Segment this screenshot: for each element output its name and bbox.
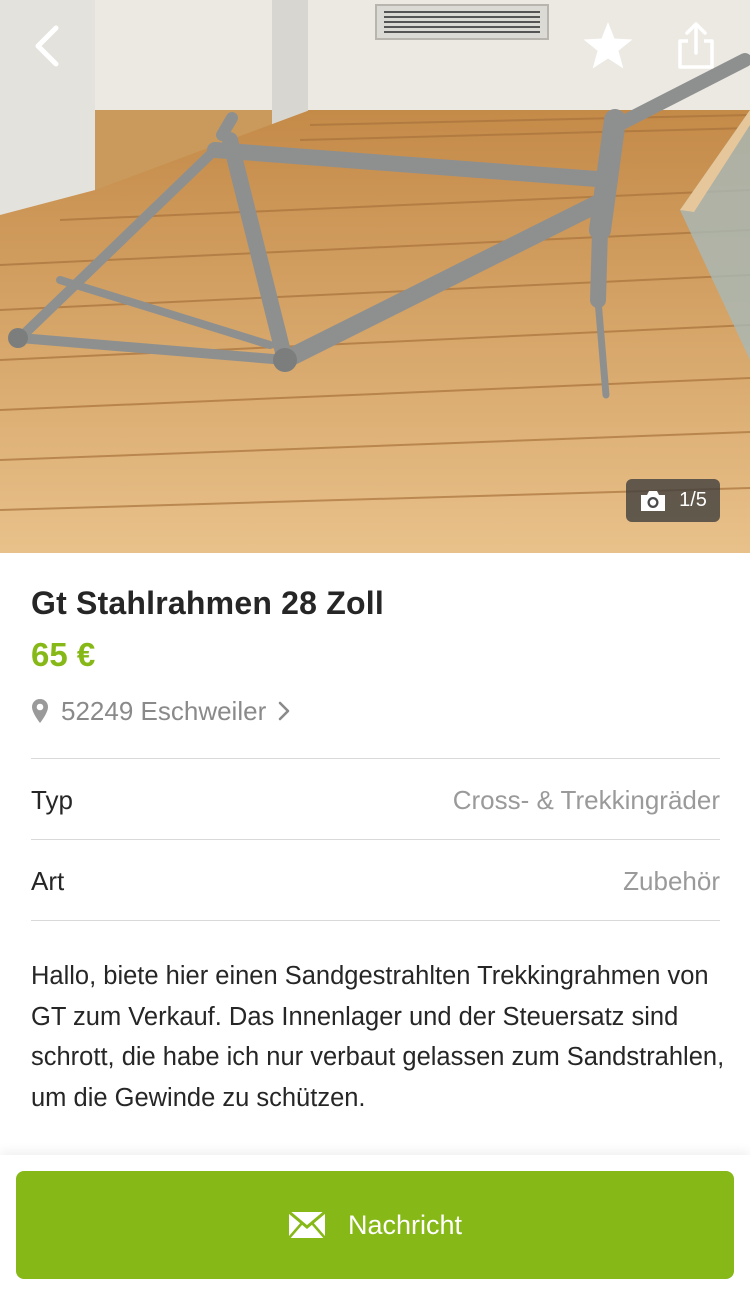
star-icon xyxy=(583,22,633,69)
attribute-value: Zubehör xyxy=(623,865,720,896)
photo-counter-text: 1/5 xyxy=(679,489,707,511)
camera-icon xyxy=(641,490,666,511)
chevron-right-icon xyxy=(278,701,290,721)
chevron-left-icon xyxy=(35,25,59,67)
message-button[interactable]: Nachricht xyxy=(16,1171,734,1279)
divider xyxy=(31,920,720,921)
map-pin-icon xyxy=(32,699,48,723)
photo-counter[interactable]: 1/5 xyxy=(626,479,720,522)
listing-price: 65 € xyxy=(31,636,96,673)
bottom-action-bar: Nachricht xyxy=(0,1155,750,1295)
attribute-label: Art xyxy=(31,865,65,896)
envelope-icon xyxy=(288,1211,326,1239)
share-button[interactable] xyxy=(668,16,724,76)
favorite-button[interactable] xyxy=(578,16,638,76)
listing-title: Gt Stahlrahmen 28 Zoll xyxy=(31,585,384,621)
location-link[interactable]: 52249 Eschweiler xyxy=(31,693,290,729)
attribute-row-art: Art Zubehör xyxy=(31,841,720,921)
bike-frame-image xyxy=(0,0,750,553)
location-text: 52249 Eschweiler xyxy=(61,695,267,726)
attribute-row-typ: Typ Cross- & Trekkingräder xyxy=(31,760,720,840)
listing-photo[interactable]: 1/5 xyxy=(0,0,750,553)
divider xyxy=(31,839,720,840)
attribute-value: Cross- & Trekkingräder xyxy=(452,784,720,815)
share-icon xyxy=(678,22,714,69)
back-button[interactable] xyxy=(22,20,70,72)
listing-description: Hallo, biete hier einen Sandgestrahlten … xyxy=(31,962,725,1112)
divider xyxy=(31,758,720,759)
attribute-label: Typ xyxy=(31,784,73,815)
message-button-label: Nachricht xyxy=(347,1209,463,1240)
